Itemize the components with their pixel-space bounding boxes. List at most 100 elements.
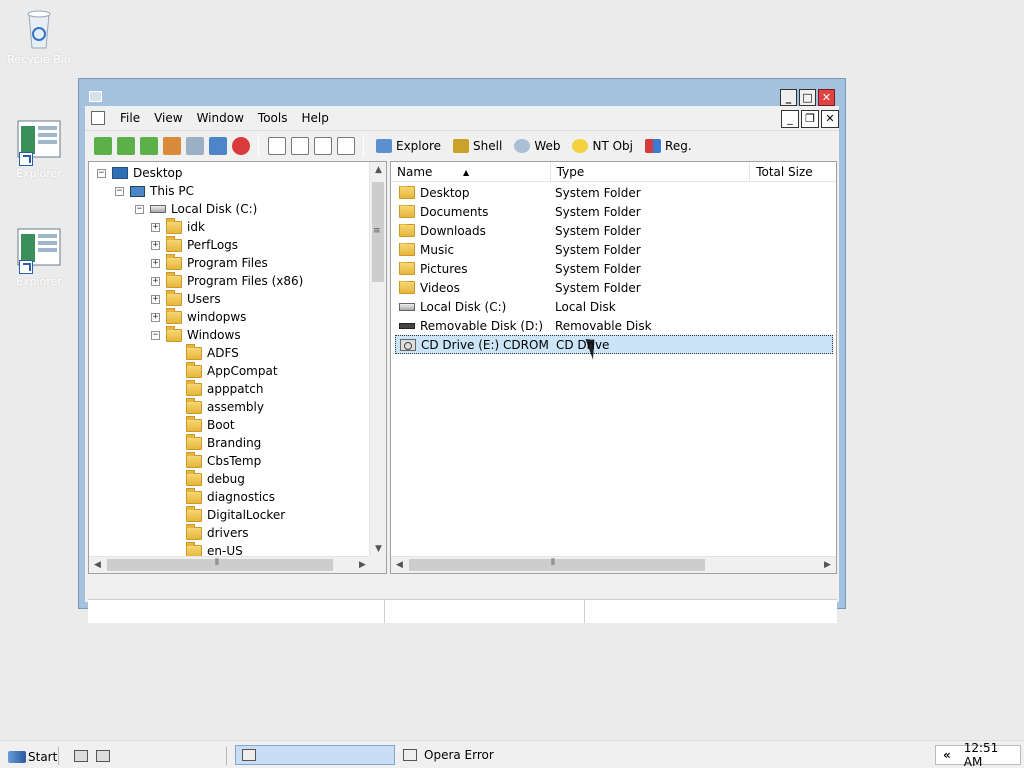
close-button[interactable]: ✕ (818, 89, 835, 106)
tree-node[interactable]: + PerfLogs (151, 235, 239, 254)
list-item-name: Removable Disk (D:) (420, 318, 544, 333)
document-menu-icon[interactable] (91, 111, 105, 125)
tree-vertical-scrollbar[interactable]: ▲ ≡ ▼ (369, 162, 386, 558)
expand-plus-icon[interactable]: + (151, 294, 160, 304)
list-item[interactable]: Documents System Folder (395, 202, 833, 221)
shell-button[interactable]: Shell (453, 138, 502, 153)
tree-node[interactable]: apppatch (171, 379, 263, 398)
tree-node[interactable]: drivers (171, 523, 249, 542)
list-item[interactable]: CD Drive (E:) CDROM CD Drive (395, 335, 833, 354)
tree-node[interactable]: CbsTemp (171, 451, 261, 470)
tree-node-label: ADFS (207, 346, 239, 360)
expand-plus-icon[interactable]: + (151, 258, 160, 268)
quick-launch-explorer-icon[interactable] (96, 750, 110, 762)
scroll-up-arrow-icon[interactable]: ▲ (370, 162, 386, 179)
tree-node[interactable]: + Program Files (x86) (151, 271, 303, 290)
tree-node[interactable]: + windopws (151, 307, 246, 326)
list-item[interactable]: Removable Disk (D:) Removable Disk (395, 316, 833, 335)
list-item[interactable]: Desktop System Folder (395, 183, 833, 202)
web-button[interactable]: Web (514, 138, 560, 153)
list-item[interactable]: Local Disk (C:) Local Disk (395, 297, 833, 316)
child-minimize-button[interactable]: _ (781, 110, 799, 128)
list-item[interactable]: Music System Folder (395, 240, 833, 259)
expand-plus-icon[interactable]: + (151, 312, 160, 322)
explore-button[interactable]: Explore (376, 138, 441, 153)
child-close-button[interactable]: ✕ (821, 110, 839, 128)
scroll-left-arrow-icon[interactable]: ◀ (391, 557, 408, 573)
clock[interactable]: 12:51 AM (958, 741, 1020, 768)
expand-plus-icon[interactable]: + (151, 240, 160, 250)
back-arrow-icon[interactable] (93, 136, 112, 155)
tree-node[interactable]: − Desktop (97, 164, 183, 182)
tree-node[interactable]: + idk (151, 217, 205, 236)
stop-icon[interactable] (231, 136, 250, 155)
desktop-icon-explorer-1[interactable]: Explorer (4, 120, 74, 180)
collapse-minus-icon[interactable]: − (151, 330, 160, 340)
nt-obj-button[interactable]: NT Obj (572, 138, 634, 153)
tree-node[interactable]: AppCompat (171, 361, 278, 380)
start-button[interactable]: Start (8, 747, 57, 767)
tree-horizontal-scrollbar[interactable]: ◀ ⦀ ▶ (89, 556, 371, 573)
tree-node[interactable]: assembly (171, 397, 264, 416)
tree-node[interactable]: − This PC (115, 182, 194, 200)
menu-file[interactable]: File (113, 111, 147, 125)
desktop-icon-explorer-2[interactable]: Explorer (4, 228, 74, 288)
list-item[interactable]: Videos System Folder (395, 278, 833, 297)
scroll-left-arrow-icon[interactable]: ◀ (89, 557, 106, 573)
expand-plus-icon[interactable]: + (151, 276, 160, 286)
child-restore-button[interactable]: ❐ (801, 110, 819, 128)
list-horizontal-scrollbar[interactable]: ◀ ⦀ ▶ (391, 556, 836, 573)
list-item[interactable]: Pictures System Folder (395, 259, 833, 278)
menu-view[interactable]: View (147, 111, 189, 125)
task-explorer-window[interactable] (235, 745, 395, 765)
collapse-minus-icon[interactable]: − (135, 204, 144, 214)
view-details-icon[interactable] (336, 136, 355, 155)
minimize-button[interactable]: _ (780, 89, 797, 106)
grip-icon: ⦀ (215, 558, 219, 568)
desktop-icon-recycle-bin[interactable]: Recycle Bin (4, 6, 74, 66)
view-list-icon[interactable] (313, 136, 332, 155)
tree-hscroll-thumb[interactable] (107, 559, 333, 571)
nt-obj-label: NT Obj (592, 138, 634, 153)
scroll-right-arrow-icon[interactable]: ▶ (819, 557, 836, 573)
column-header-name[interactable]: Name ▲ (391, 162, 551, 182)
show-desktop-icon[interactable] (74, 750, 88, 762)
collapse-minus-icon[interactable]: − (115, 186, 124, 196)
task-opera-error[interactable]: Opera Error (397, 745, 557, 765)
tree-node[interactable]: Boot (171, 415, 235, 434)
tree-node[interactable]: Branding (171, 433, 261, 452)
tree-node[interactable]: diagnostics (171, 487, 275, 506)
tree-node[interactable]: − Windows (151, 325, 241, 344)
list-hscroll-thumb[interactable] (409, 559, 705, 571)
title-bar[interactable]: _ □ ✕ (79, 79, 845, 109)
tray-expand-chevron-icon[interactable]: « (936, 748, 958, 762)
cd-icon (400, 338, 416, 351)
tree-node[interactable]: DigitalLocker (171, 505, 285, 524)
view-large-icons-icon[interactable] (267, 136, 286, 155)
search-icon[interactable] (185, 136, 204, 155)
up-arrow-icon[interactable] (139, 136, 158, 155)
menu-help[interactable]: Help (294, 111, 335, 125)
folder-tree[interactable]: − Desktop − This PC − Local Disk (C:) + idk + Per… (88, 161, 387, 574)
menu-tools[interactable]: Tools (251, 111, 295, 125)
maximize-button[interactable]: □ (799, 89, 816, 106)
refresh-icon[interactable] (208, 136, 227, 155)
tree-node-label: PerfLogs (187, 238, 239, 252)
tree-node[interactable]: ADFS (171, 343, 239, 362)
folder-icon (399, 280, 415, 294)
registry-button[interactable]: Reg. (645, 138, 692, 153)
column-header-type[interactable]: Type (551, 162, 751, 182)
file-list[interactable]: Name ▲ Type Total Size Desktop System Fol… (390, 161, 837, 574)
menu-window[interactable]: Window (190, 111, 251, 125)
forward-arrow-icon[interactable] (116, 136, 135, 155)
collapse-minus-icon[interactable]: − (97, 168, 106, 178)
home-icon[interactable] (162, 136, 181, 155)
list-item[interactable]: Downloads System Folder (395, 221, 833, 240)
tree-node[interactable]: debug (171, 469, 245, 488)
column-header-total-size[interactable]: Total Size (750, 162, 836, 182)
tree-node[interactable]: + Users (151, 289, 221, 308)
tree-node[interactable]: − Local Disk (C:) (135, 200, 257, 218)
expand-plus-icon[interactable]: + (151, 222, 160, 232)
view-small-icons-icon[interactable] (290, 136, 309, 155)
tree-node[interactable]: + Program Files (151, 253, 268, 272)
